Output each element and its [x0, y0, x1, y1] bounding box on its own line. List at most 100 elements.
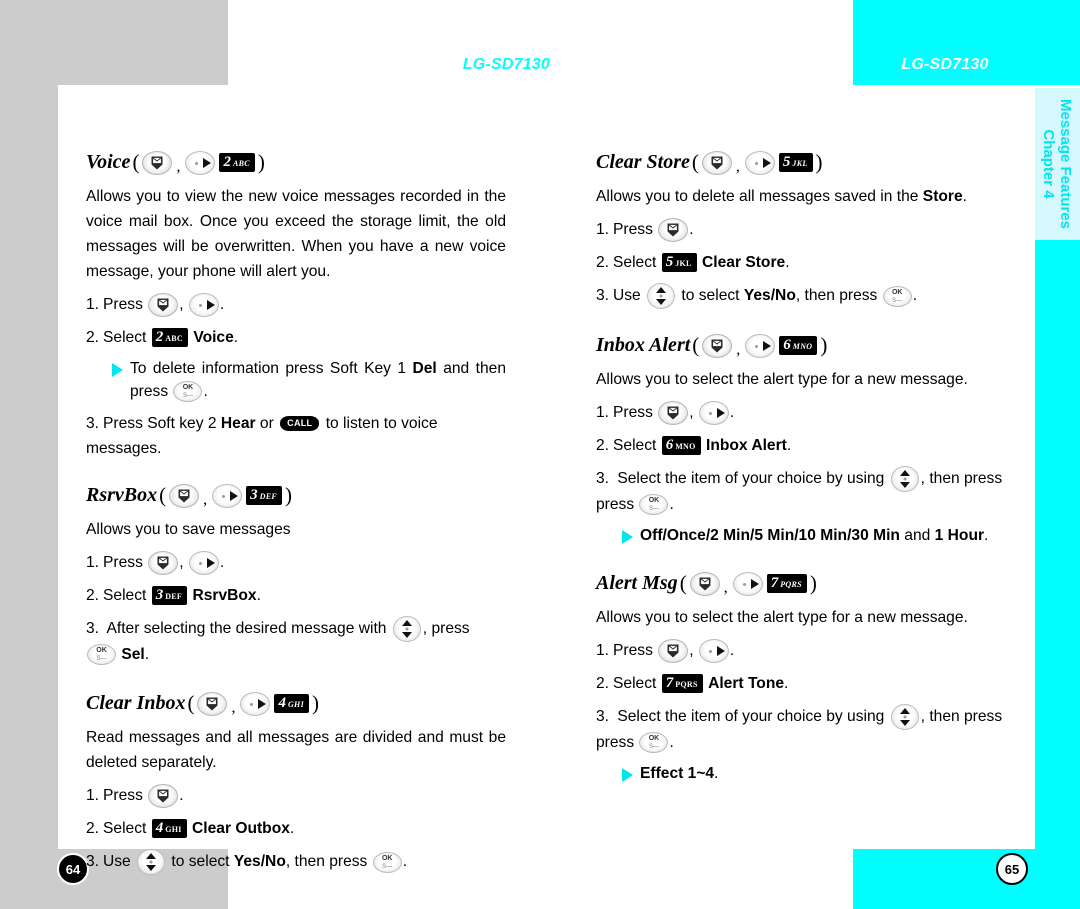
step-period: . [233, 329, 239, 346]
key-5-letters: JKL [792, 159, 808, 168]
paren-close: ) [284, 483, 292, 507]
step-period: . [689, 221, 694, 238]
step-number: 1. [86, 296, 100, 313]
step-item: 1. Press . [86, 783, 506, 808]
section-inbox-alert-title: Inbox Alert ( , 6 MNO ) [596, 333, 1008, 358]
bullet-note-text: Off/Once/2 Min/5 Min/10 Min/30 Min and 1… [640, 524, 1008, 547]
step-item: 2. Select 3 DEF RsrvBox. [86, 583, 506, 608]
step-mid: to select [681, 287, 740, 305]
key-7-letters: PQRS [675, 680, 698, 690]
paren-close: ) [809, 571, 817, 595]
right-nav-key-icon [240, 691, 271, 716]
step-item: 1. Press , . [86, 550, 506, 575]
step-bold-term: Alert Tone [708, 675, 785, 692]
key-7-letters: PQRS [780, 580, 802, 589]
section-voice: Voice ( , 2 ABC ) Allows you to view the… [86, 150, 506, 461]
step-number: 2. [86, 329, 100, 346]
paren-open: ( [132, 150, 140, 174]
step-text: Select [103, 329, 147, 346]
message-key-icon [142, 150, 173, 175]
ok-key-sublabel: S— [892, 297, 903, 304]
right-nav-key-icon [744, 150, 775, 175]
step-number: 1. [86, 787, 100, 804]
up-down-key-icon [392, 616, 421, 642]
bullet-note: Off/Once/2 Min/5 Min/10 Min/30 Min and 1… [622, 524, 1008, 547]
step-number: 2. [596, 254, 610, 271]
bullet-note-text: Effect 1~4. [640, 762, 1008, 785]
step-mid: , then press [920, 470, 1003, 488]
step-number: 1. [596, 221, 610, 238]
ok-key-icon: OK S— [87, 644, 116, 666]
section-clear-store-description: Allows you to delete all messages saved … [596, 184, 1008, 209]
right-nav-key-icon [698, 400, 729, 425]
step-bold-term: Sel [121, 646, 145, 663]
paren-open: ( [691, 150, 699, 174]
step-bold-term: RsrvBox [192, 587, 257, 604]
step-text: Select [103, 587, 147, 604]
section-inbox-alert-steps: 1. Press , . 2. Select 6 MNO Inbox Alert. … [596, 400, 1008, 517]
step-text: Select [613, 437, 657, 454]
step-item: 3. Use to select Yes/No, then press OK S—… [596, 283, 1008, 309]
comma-text: , [179, 296, 184, 313]
key-3-letters: DEF [165, 592, 183, 602]
gray-strip-left [0, 85, 58, 849]
header-model-right: LG-SD7130 [901, 56, 989, 73]
step-item: 1. Press , . [596, 638, 1008, 663]
step-period: . [785, 254, 790, 271]
step-item: 3. Use to select Yes/No, then press OK S—… [86, 849, 506, 875]
page-number-left: 64 [57, 853, 89, 885]
key-6-digit: 6 [783, 337, 791, 353]
ok-key-label: OK [648, 735, 660, 743]
section-clear-store-steps: 1. Press . 2. Select 5 JKL Clear Store. 3.… [596, 217, 1008, 309]
section-rsrvbox-description: Allows you to save messages [86, 521, 291, 538]
message-key-icon [148, 783, 179, 808]
cyan-strip-right [1035, 240, 1080, 849]
comma-1: , [735, 157, 740, 175]
comma-text: , [179, 554, 184, 571]
step-mid: or [259, 415, 274, 432]
paren-open: ( [187, 691, 195, 715]
step-text: Press [103, 554, 143, 571]
step-number: 2. [86, 587, 100, 604]
up-down-key-icon [647, 283, 676, 309]
section-clear-inbox-steps: 1. Press . 2. Select 4 GHI Clear Outbox. 3… [86, 783, 506, 875]
section-alert-msg-steps: 1. Press , . 2. Select 7 PQRS Alert Tone. … [596, 638, 1008, 755]
comma-text: , [689, 642, 694, 659]
step-number: 3. [596, 470, 610, 488]
ok-key-sublabel: S— [382, 863, 393, 870]
section-rsrvbox-steps: 1.Press , . 2.Select 3 DEF RsrvBox. 3. [86, 550, 506, 667]
ok-key-icon: OK S— [639, 732, 669, 754]
triangle-bullet-icon [622, 768, 633, 782]
step-text: Press Soft key 2 [103, 415, 217, 432]
section-clear-inbox-heading: Clear Inbox [86, 692, 186, 714]
section-clear-store: Clear Store ( , 5 JKL ) Allows you to de… [596, 150, 1008, 309]
triangle-bullet-icon [112, 363, 123, 377]
section-inbox-alert-description: Allows you to select the alert type for … [596, 371, 968, 388]
bullet-pre: To delete information press Soft Key 1 [130, 360, 407, 377]
paren-open: ( [159, 483, 167, 507]
chapter-tab-chapter: Chapter 4 [1040, 129, 1058, 199]
section-alert-msg-description: Allows you to select the alert type for … [596, 609, 968, 626]
key-5-digit: 5 [665, 254, 674, 271]
comma-1: , [176, 157, 181, 175]
step-number: 3. [596, 287, 610, 305]
section-clear-store-title: Clear Store ( , 5 JKL ) [596, 150, 1008, 175]
section-clear-inbox-title: Clear Inbox ( , 4 GHI ) [86, 691, 506, 716]
step-item: 1. Press , . [596, 400, 1008, 425]
bullet-note: To delete information press Soft Key 1 D… [112, 357, 506, 403]
paren-close: ) [815, 150, 823, 174]
step-number: 2. [596, 675, 610, 692]
message-key-icon [658, 638, 689, 663]
ok-key-icon: OK S— [173, 381, 203, 403]
ok-key-label: OK [648, 497, 660, 505]
message-key-icon [658, 400, 689, 425]
key-4-digit: 4 [155, 820, 164, 837]
step-text-block: After selecting the desired message with… [86, 616, 470, 666]
section-clear-inbox: Clear Inbox ( , 4 GHI ) Read messages an… [86, 691, 506, 875]
key-2-icon: 2 ABC [219, 153, 255, 172]
section-alert-msg-title: Alert Msg ( , 7 PQRS ) [596, 571, 1008, 596]
key-4-icon: 4 GHI [274, 694, 309, 713]
message-key-icon [169, 483, 200, 508]
step-item: 3. Press Soft key 2 Hear or CALL to liste… [86, 411, 506, 461]
step-text: Select [613, 675, 657, 692]
